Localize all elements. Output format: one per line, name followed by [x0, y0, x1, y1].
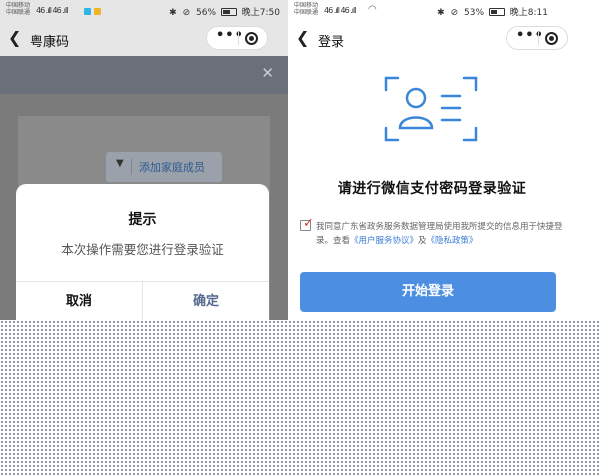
- dialog-title: 提示: [128, 212, 157, 228]
- user-agreement-link[interactable]: 《用户服务协议》: [350, 236, 418, 246]
- button-divider: [131, 159, 132, 175]
- battery-percent: 53%: [464, 8, 485, 18]
- add-family-member-label: 添加家庭成员: [139, 161, 205, 174]
- more-icon[interactable]: •••: [516, 28, 544, 43]
- mute-icon: ⊘: [450, 8, 459, 18]
- app-notification-icon: [84, 8, 91, 15]
- left-screen: 中国移动 中国联通 46 .ıll 46 .ıll ✱ ⊘ 56% 晚上7:50…: [0, 0, 288, 320]
- capsule-divider: [238, 32, 239, 45]
- clock: 晚上7:50: [241, 8, 280, 18]
- carrier-labels: 中国移动 中国联通: [294, 2, 318, 16]
- status-bar: 中国移动 中国联通 46 .ıll 46 .ıll ✱ ⊘ 56% 晚上7:50: [0, 0, 288, 22]
- mute-icon: ⊘: [182, 8, 191, 18]
- bluetooth-icon: ✱: [169, 8, 177, 18]
- dialog-message: 本次操作需要您进行登录验证: [61, 242, 224, 257]
- dotted-pattern-area: [0, 320, 600, 475]
- consent-agreement: ✓ 我同意广东省政务服务数据管理局使用我所提交的信息用于快捷登录。查看《用户服务…: [300, 216, 574, 250]
- consent-text: 我同意广东省政务服务数据管理局使用我所提交的信息用于快捷登录。查看《用户服务协议…: [316, 220, 574, 248]
- back-icon[interactable]: ❮: [296, 28, 309, 47]
- login-prompt-dialog: 提示 本次操作需要您进行登录验证 取消 确定: [16, 184, 269, 320]
- signal-icon: 46 .ıll 46 .ıll: [36, 6, 68, 15]
- battery-percent: 56%: [196, 8, 217, 18]
- more-icon[interactable]: •••: [216, 28, 244, 43]
- bluetooth-icon: ✱: [437, 8, 445, 18]
- right-screen: 中国移动 中国联通 46 .ıll 46 .ıll ◠ ✱ ⊘ 53% 晚上8:…: [288, 0, 600, 320]
- dropdown-icon: ▼: [116, 158, 124, 169]
- app-notification-icon: [94, 8, 101, 15]
- carrier-labels: 中国移动 中国联通: [6, 2, 30, 16]
- carrier-1: 中国移动: [294, 2, 319, 9]
- battery-icon: [488, 8, 505, 16]
- checkmark-icon: ✓: [303, 216, 314, 231]
- identity-verification-icon: [384, 76, 478, 142]
- carrier-2: 中国联通: [294, 9, 319, 16]
- close-icon[interactable]: ✕: [261, 64, 274, 82]
- notice-banner: ✕: [0, 56, 288, 94]
- consent-checkbox[interactable]: ✓: [300, 216, 314, 231]
- page-title: 粤康码: [30, 35, 70, 50]
- start-login-button[interactable]: 开始登录: [300, 272, 556, 312]
- nav-bar: ❮ 登录 •••: [288, 22, 600, 56]
- status-right: ✱ ⊘ 56% 晚上7:50: [169, 5, 280, 18]
- nav-bar: ❮ 粤康码 •••: [0, 22, 288, 56]
- clock: 晚上8:11: [509, 8, 548, 18]
- capsule-divider: [538, 32, 539, 45]
- consent-conjunction: 及: [418, 236, 427, 246]
- cancel-button[interactable]: 取消: [16, 282, 142, 320]
- privacy-policy-link[interactable]: 《隐私政策》: [427, 236, 478, 246]
- close-miniprogram-icon[interactable]: [545, 32, 558, 45]
- verification-heading: 请进行微信支付密码登录验证: [337, 181, 527, 197]
- page-title: 登录: [318, 35, 345, 50]
- battery-icon: [220, 8, 237, 16]
- carrier-2: 中国联通: [6, 9, 31, 16]
- add-family-member-button[interactable]: ▼ 添加家庭成员: [106, 152, 222, 182]
- status-right: ✱ ⊘ 53% 晚上8:11: [437, 5, 548, 18]
- close-miniprogram-icon[interactable]: [245, 32, 258, 45]
- signal-icon: 46 .ıll 46 .ıll: [324, 6, 356, 15]
- back-icon[interactable]: ❮: [8, 28, 21, 47]
- miniprogram-capsule: •••: [506, 26, 568, 50]
- status-bar: 中国移动 中国联通 46 .ıll 46 .ıll ◠ ✱ ⊘ 53% 晚上8:…: [288, 0, 600, 22]
- carrier-1: 中国移动: [6, 2, 31, 9]
- miniprogram-capsule: •••: [206, 26, 268, 50]
- confirm-button[interactable]: 确定: [143, 282, 269, 320]
- wifi-icon: ◠: [368, 4, 377, 15]
